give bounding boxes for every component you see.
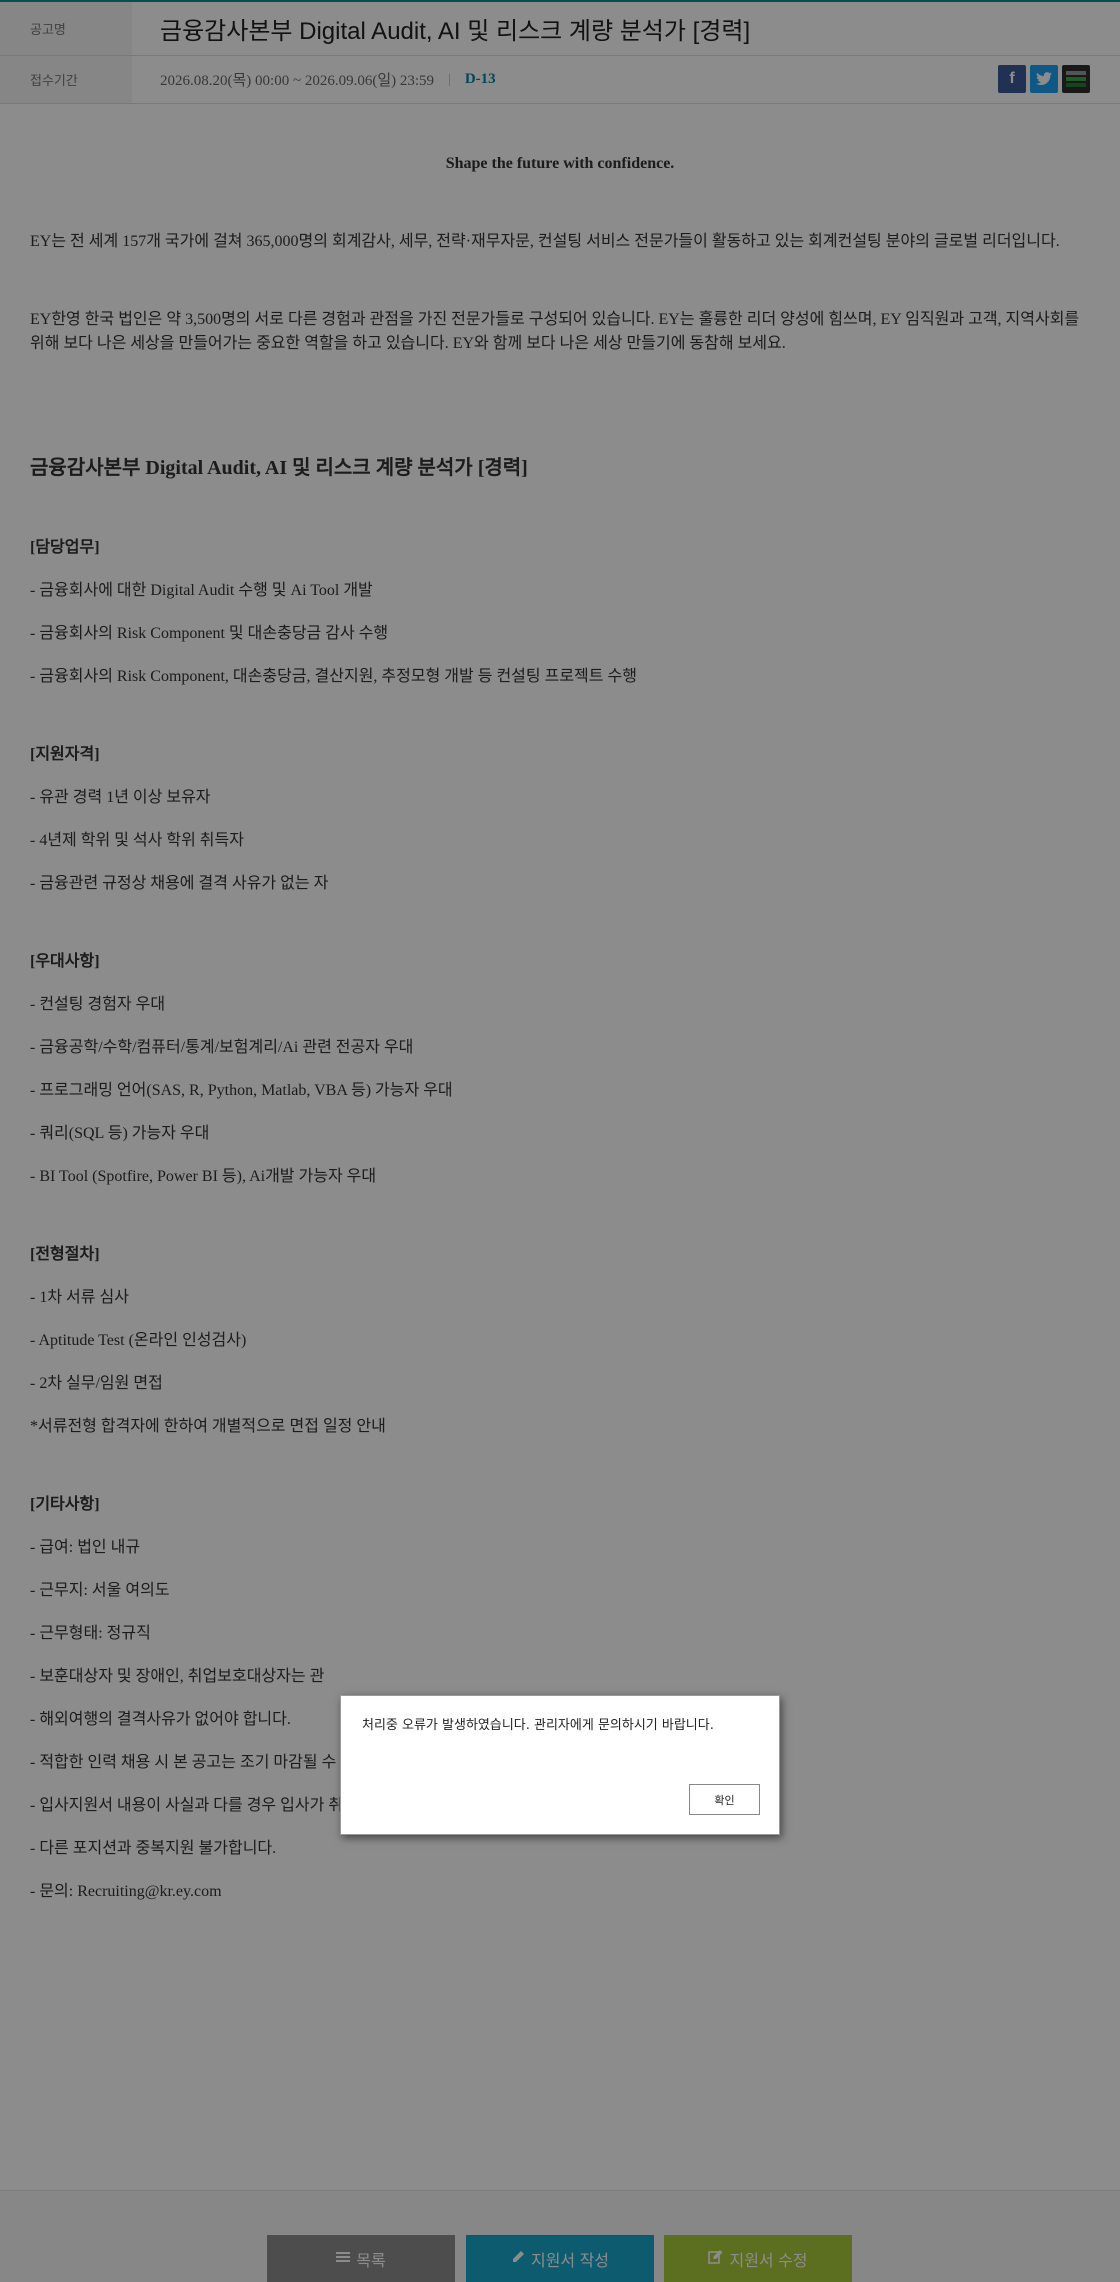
error-message: 처리중 오류가 발생하였습니다. 관리자에게 문의하시기 바랍니다. [362,1718,714,1733]
confirm-button[interactable]: 확인 [689,1784,760,1815]
modal-overlay [0,0,1120,2282]
error-dialog: 처리중 오류가 발생하였습니다. 관리자에게 문의하시기 바랍니다. 확인 [340,1695,780,1835]
